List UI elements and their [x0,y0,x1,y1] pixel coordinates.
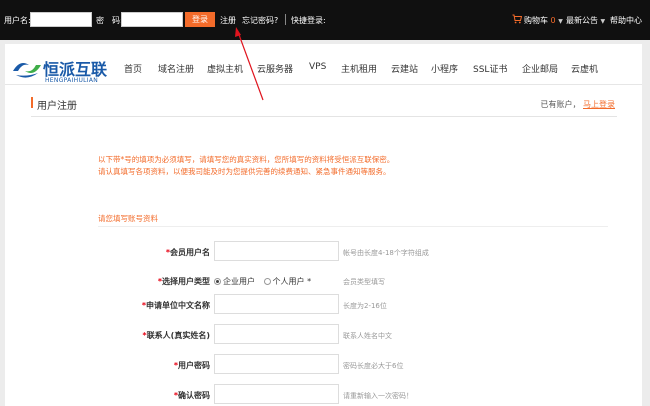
notice-line-1: 以下带*号的填项为必须填写，请填写您的真实资料，您所填写的资料将受恒派互联保密。 [98,155,395,164]
announcements-label: 最新公告 [566,16,598,25]
password-field-label: *用户密码 [173,361,210,370]
company-name-input[interactable] [214,294,339,314]
brand-sub: HENGPAIHULIAN [45,77,99,84]
nav-site-builder[interactable]: 云建站 [391,62,418,75]
type-field-label: *选择用户类型 [157,277,210,286]
main-panel: 恒派互联 HENGPAIHULIAN 首页 域名注册 虚拟主机 云服务器 VPS… [5,44,642,406]
radio-unchecked-icon [263,278,271,285]
nav-vps[interactable]: VPS [309,62,326,72]
page-title: 用户注册 [37,101,77,112]
nav-host-rental[interactable]: 主机租用 [341,62,377,75]
confirm-password-input[interactable] [214,384,339,404]
nav-cloud-server[interactable]: 云服务器 [257,62,293,75]
confirm-hint: 请重新输入一次密码！ [343,392,413,400]
top-password-input[interactable] [121,12,183,27]
confirm-field-label: *确认密码 [173,391,210,400]
section-divider [98,226,608,227]
nav-mini-program[interactable]: 小程序 [431,62,458,75]
radio-checked-icon [214,278,221,285]
cart-count: 0 [550,16,556,25]
form-row-password: *用户密码 密码长度必大于6位 [5,354,642,376]
contact-name-input[interactable] [214,324,339,344]
chevron-down-icon: ▼ [558,18,563,25]
nav-divider [5,84,642,85]
announcements-link[interactable]: 最新公告 ▼ [566,15,605,26]
help-center-link[interactable]: 帮助中心 [610,15,642,26]
form-row-type: *选择用户类型 企业用户 个人用户 * 会员类型填写 [5,270,642,292]
cart-label: 购物车 [524,16,548,25]
form-row-confirm: *确认密码 请重新输入一次密码！ [5,384,642,406]
form-row-company: *申请单位中文名称 长度为2-16位 [5,294,642,316]
login-now-link[interactable]: 马上登录 [583,100,615,109]
password-input[interactable] [214,354,339,374]
section-title: 请您填写账号资料 [98,214,158,223]
register-link[interactable]: 注册 [220,15,236,26]
nav-ssl[interactable]: SSL证书 [473,62,507,75]
radio-personal[interactable]: 个人用户 * [263,277,311,286]
username-label: 用户名: [4,16,31,25]
quick-login-label: 快捷登录: [291,16,326,25]
radio-enterprise[interactable]: 企业用户 [214,277,255,286]
contact-hint: 联系人姓名中文 [343,332,392,340]
has-account-text: 已有账户， 马上登录 [540,99,615,110]
chevron-down-icon: ▼ [600,18,606,25]
nav-mail[interactable]: 企业邮局 [522,62,558,75]
company-field-label: *申请单位中文名称 [141,301,210,310]
top-bar: 用户名: 密 码: 登录 注册 忘记密码? 快捷登录: 购物车 0 ▼ 最新公告… [0,0,650,40]
cart-link[interactable]: 购物车 0 ▼ [524,15,563,26]
login-button[interactable]: 登录 [185,12,215,27]
contact-field-label: *联系人(真实姓名) [142,331,211,340]
form-row-contact: *联系人(真实姓名) 联系人姓名中文 [5,324,642,346]
type-hint: 会员类型填写 [343,278,385,286]
header-divider [31,116,617,117]
notice-text: 以下带*号的填项为必须填写，请填写您的真实资料，您所填写的资料将受恒派互联保密。… [98,154,394,178]
title-accent [31,97,33,108]
username-field-label: *会员用户名 [165,248,210,257]
form-row-username: *会员用户名 帐号由长度4-18个字符组成 [5,241,642,263]
member-username-input[interactable] [214,241,339,261]
divider [285,14,286,25]
logo-mark-icon [13,63,41,78]
username-hint: 帐号由长度4-18个字符组成 [343,249,429,257]
nav-virtual-host[interactable]: 虚拟主机 [207,62,243,75]
nav-domain[interactable]: 域名注册 [158,62,194,75]
notice-line-2: 请认真填写各项资料，以便我司能及时为您提供完善的续费通知、紧急事件通知等服务。 [98,167,391,176]
top-username-input[interactable] [30,12,92,27]
nav-cloud-vm[interactable]: 云虚机 [571,62,598,75]
company-hint: 长度为2-16位 [343,302,387,310]
nav-home[interactable]: 首页 [124,62,142,75]
has-account-label: 已有账户， [540,100,581,109]
password-label: 密 码: [96,16,123,25]
password-hint: 密码长度必大于6位 [343,362,404,370]
user-type-group: 企业用户 个人用户 * [214,276,317,287]
cart-icon[interactable] [512,14,522,24]
forgot-password-link[interactable]: 忘记密码? [242,15,278,26]
